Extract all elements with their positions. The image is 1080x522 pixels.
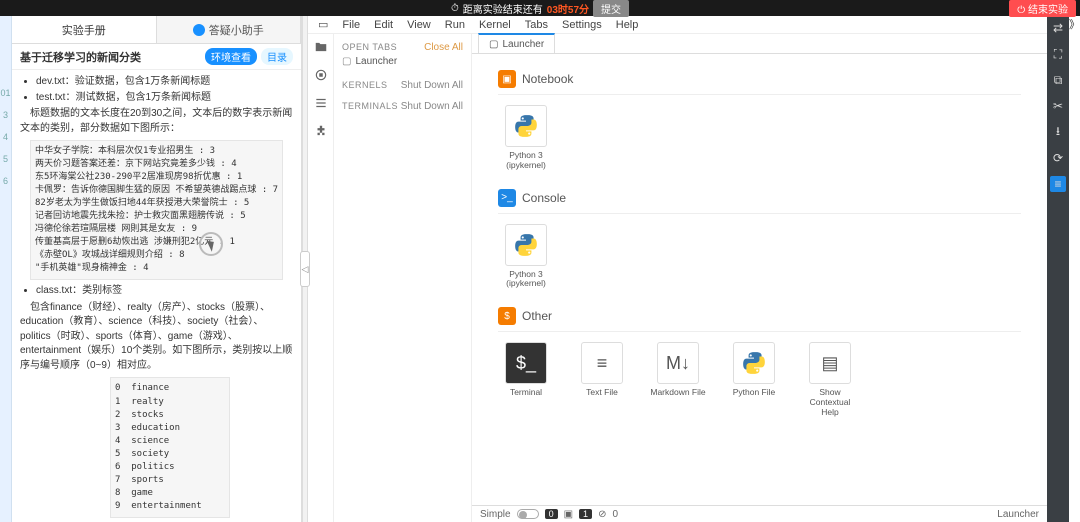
python-icon bbox=[505, 224, 547, 266]
status-count: 1 bbox=[579, 509, 592, 519]
notebook-python3-card[interactable]: Python 3 (ipykernel) bbox=[498, 105, 554, 171]
env-view-button[interactable]: 环境查看 bbox=[205, 48, 257, 65]
console-python3-card[interactable]: Python 3 (ipykernel) bbox=[498, 224, 554, 290]
menu-edit[interactable]: Edit bbox=[374, 19, 393, 31]
swap-icon[interactable]: ⇄ bbox=[1050, 20, 1066, 36]
refresh-icon[interactable]: ⟳ bbox=[1050, 150, 1066, 166]
folder-icon[interactable] bbox=[314, 40, 328, 54]
menu-run[interactable]: Run bbox=[445, 19, 465, 31]
shutdown-terminals-button[interactable]: Shut Down All bbox=[401, 101, 463, 112]
submit-button[interactable]: 提交 bbox=[593, 0, 629, 17]
menu-file[interactable]: File bbox=[342, 19, 360, 31]
status-icon: ▣ bbox=[564, 509, 573, 520]
countdown-prefix: 距离实验结束还有 bbox=[463, 1, 543, 16]
save-icon[interactable]: ▭ bbox=[318, 18, 328, 31]
terminal-icon: $_ bbox=[505, 342, 547, 384]
jupyterlab: ▭ File Edit View Run Kernel Tabs Setting… bbox=[308, 16, 1047, 522]
other-section-title: Other bbox=[522, 309, 552, 323]
simple-toggle[interactable] bbox=[517, 509, 539, 519]
card-label: Python 3 (ipykernel) bbox=[498, 151, 554, 171]
card-label: Show Contextual Help bbox=[802, 388, 858, 417]
code-sample-2: 0 finance 1 realty 2 stocks 3 education … bbox=[110, 377, 230, 517]
tab-assistant[interactable]: 答疑小助手 bbox=[157, 16, 302, 43]
kernels-label: KERNELS bbox=[342, 80, 388, 91]
pythonfile-card[interactable]: Python File bbox=[726, 342, 782, 417]
list-item: class.txt：类别标签 bbox=[36, 284, 293, 299]
doc-body[interactable]: dev.txt：验证数据，包含1万条新闻标题 test.txt：测试数据，包含1… bbox=[12, 70, 301, 522]
textfile-card[interactable]: ≡ Text File bbox=[574, 342, 630, 417]
open-tabs-label: OPEN TABS bbox=[342, 42, 397, 53]
right-collapse-handle[interactable]: 》 bbox=[1069, 16, 1080, 522]
toc-icon[interactable] bbox=[314, 96, 328, 110]
download-icon[interactable]: ⭳ bbox=[1050, 124, 1066, 140]
tab-bar: ▢Launcher bbox=[472, 34, 1047, 54]
contextual-help-card[interactable]: ▤ Show Contextual Help bbox=[802, 342, 858, 417]
menu-view[interactable]: View bbox=[407, 19, 431, 31]
python-icon bbox=[505, 105, 547, 147]
markdown-card[interactable]: M↓ Markdown File bbox=[650, 342, 706, 417]
tab-launcher[interactable]: ▢Launcher bbox=[478, 33, 555, 53]
card-label: Text File bbox=[574, 388, 630, 398]
countdown-time: 03时57分 bbox=[547, 1, 589, 16]
fullscreen-icon[interactable]: ⛶ bbox=[1050, 46, 1066, 62]
python-icon bbox=[733, 342, 775, 384]
terminals-label: TERMINALS bbox=[342, 101, 398, 112]
notebook-section-title: Notebook bbox=[522, 72, 573, 86]
card-label: Python 3 (ipykernel) bbox=[498, 270, 554, 290]
menu-help[interactable]: Help bbox=[616, 19, 639, 31]
close-all-button[interactable]: Close All bbox=[424, 42, 463, 53]
console-section-title: Console bbox=[522, 191, 566, 205]
activity-bar bbox=[308, 34, 334, 522]
launcher-tab-icon: ▢ bbox=[489, 39, 498, 50]
status-icon: ⊘ bbox=[598, 509, 606, 520]
status-count: 0 bbox=[612, 509, 618, 520]
other-section-icon: $ bbox=[498, 307, 516, 325]
help-icon: ▤ bbox=[809, 342, 851, 384]
card-label: Terminal bbox=[498, 388, 554, 398]
left-doc-panel: 实验手册 答疑小助手 基于迁移学习的新闻分类 环境查看 目录 dev.txt：验… bbox=[12, 16, 302, 522]
extension-icon[interactable] bbox=[314, 124, 328, 138]
terminal-card[interactable]: $_ Terminal bbox=[498, 342, 554, 417]
clock-icon: ⏱ bbox=[451, 3, 459, 14]
paragraph: 包含finance（财经）、realty（房产）、stocks（股票）、educ… bbox=[20, 301, 293, 374]
card-label: Python File bbox=[726, 388, 782, 398]
markdown-icon: M↓ bbox=[657, 342, 699, 384]
toggle-icon[interactable]: ≡ bbox=[1050, 176, 1066, 192]
menu-settings[interactable]: Settings bbox=[562, 19, 602, 31]
tab-manual[interactable]: 实验手册 bbox=[12, 16, 157, 43]
launcher-panel: ▣ Notebook Python 3 (ipykernel) >_ Console bbox=[472, 54, 1047, 505]
simple-label: Simple bbox=[480, 509, 511, 520]
status-right: Launcher bbox=[997, 509, 1039, 520]
assistant-icon bbox=[193, 24, 205, 36]
running-icon[interactable] bbox=[314, 68, 328, 82]
toc-button[interactable]: 目录 bbox=[261, 48, 293, 65]
collapse-handle[interactable]: ◁ bbox=[300, 251, 310, 287]
text-file-icon: ≡ bbox=[581, 342, 623, 384]
right-toolbar: ⇄ ⛶ ⧉ ✂ ⭳ ⟳ ≡ bbox=[1047, 16, 1069, 522]
end-experiment-button[interactable]: ⏻ 结束实验 bbox=[1009, 0, 1076, 17]
status-bar: Simple 0 ▣ 1 ⊘ 0 Launcher bbox=[472, 505, 1047, 522]
status-count: 0 bbox=[545, 509, 558, 519]
card-label: Markdown File bbox=[650, 388, 706, 398]
menu-tabs[interactable]: Tabs bbox=[525, 19, 548, 31]
left-gutter: 01 3 4 5 6 bbox=[0, 16, 12, 522]
list-item: dev.txt：验证数据，包含1万条新闻标题 bbox=[36, 75, 293, 90]
notebook-section-icon: ▣ bbox=[498, 70, 516, 88]
list-item: test.txt：测试数据，包含1万条新闻标题 bbox=[36, 91, 293, 106]
open-tab-item[interactable]: ▢Launcher bbox=[342, 53, 463, 70]
shutdown-kernels-button[interactable]: Shut Down All bbox=[401, 80, 463, 91]
paragraph: 标题数据的文本长度在20到30之间，文本后的数字表示新闻文本的类别，部分数据如下… bbox=[20, 107, 293, 136]
copy-icon[interactable]: ⧉ bbox=[1050, 72, 1066, 88]
top-bar: ⏱ 距离实验结束还有 03时57分 提交 ⏻ 结束实验 bbox=[0, 0, 1080, 16]
menu-bar: ▭ File Edit View Run Kernel Tabs Setting… bbox=[308, 16, 1047, 34]
console-section-icon: >_ bbox=[498, 189, 516, 207]
menu-kernel[interactable]: Kernel bbox=[479, 19, 511, 31]
panel-resizer[interactable]: ◁ bbox=[302, 16, 308, 522]
doc-title: 基于迁移学习的新闻分类 bbox=[20, 49, 141, 65]
cut-icon[interactable]: ✂ bbox=[1050, 98, 1066, 114]
running-sidebar: OPEN TABS Close All ▢Launcher KERNELS Shut… bbox=[334, 34, 472, 522]
launcher-icon: ▢ bbox=[342, 56, 351, 67]
code-sample-1: 中华女子学院：本科层次仅1专业招男生 : 3 两天价习题答案还差：京下网站究竟差… bbox=[30, 140, 283, 280]
